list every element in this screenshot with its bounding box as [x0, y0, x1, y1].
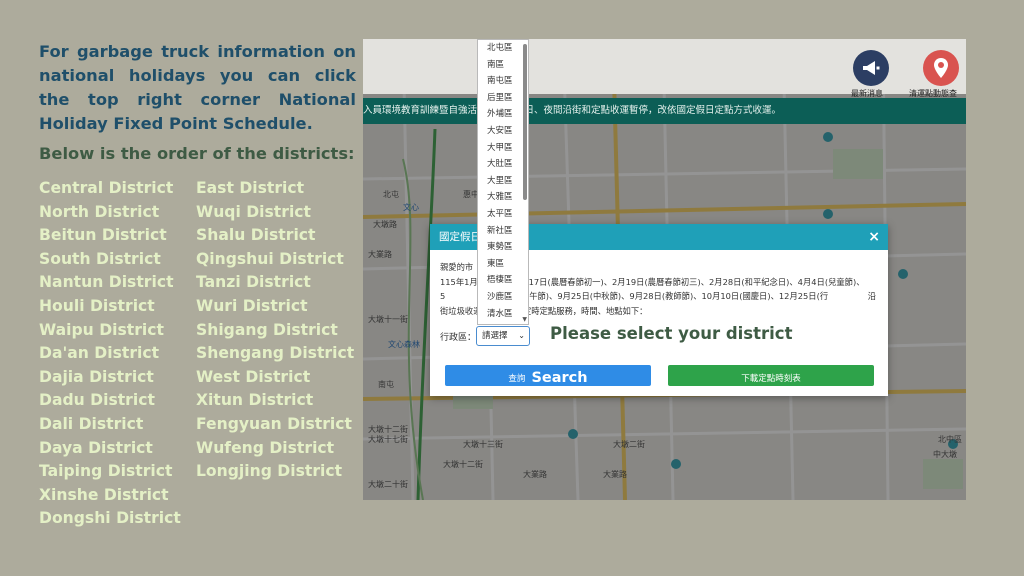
district-label: 行政區：: [440, 333, 477, 343]
search-annotation: Search: [531, 370, 588, 386]
dropdown-option[interactable]: 大雅區: [478, 189, 528, 206]
district-name: Nantun District: [39, 273, 174, 292]
dropdown-option[interactable]: 大肚區: [478, 156, 528, 173]
district-name: Central District: [39, 179, 174, 197]
chevron-down-icon: ⌄: [518, 331, 525, 340]
district-name: Xinshe District: [39, 485, 169, 504]
district-name: Taiping District: [39, 462, 173, 481]
district-name: Fengyuan District: [196, 414, 352, 433]
dropdown-option[interactable]: 南屯區: [478, 73, 528, 90]
close-icon[interactable]: ×: [868, 224, 880, 250]
search-button[interactable]: 查詢 Search: [445, 365, 651, 386]
dropdown-option[interactable]: 東勢區: [478, 239, 528, 256]
district-name: Shalu District: [196, 226, 316, 245]
district-name: Dali District: [39, 414, 144, 433]
instruction-text: For garbage truck information on nationa…: [39, 42, 356, 133]
location-status-button[interactable]: [923, 50, 959, 86]
dropdown-option[interactable]: 大里區: [478, 173, 528, 190]
dropdown-option[interactable]: 南區: [478, 57, 528, 74]
download-schedule-button[interactable]: 下載定點時刻表: [668, 365, 874, 386]
district-name: Houli District: [39, 296, 155, 315]
district-name: Dongshi District: [39, 509, 181, 528]
district-name: South District: [39, 249, 161, 268]
download-button-label: 下載定點時刻表: [741, 374, 801, 384]
district-name: Beitun District: [39, 226, 167, 245]
district-select[interactable]: 請選擇 ⌄: [476, 326, 530, 346]
district-name: North District: [39, 202, 160, 221]
districts-heading: Below is the order of the districts:: [39, 144, 355, 163]
dropdown-option[interactable]: 外埔區: [478, 106, 528, 123]
dropdown-option[interactable]: 太平區: [478, 206, 528, 223]
megaphone-icon: [863, 61, 880, 75]
district-name: Tanzi District: [196, 273, 311, 292]
scroll-down-arrow-icon[interactable]: ▼: [522, 316, 527, 323]
dropdown-option[interactable]: 北屯區: [478, 40, 528, 57]
district-name: Shengang District: [196, 344, 355, 363]
modal-title: 國定假日: [439, 231, 481, 243]
district-name: Dadu District: [39, 391, 155, 410]
district-name: West District: [196, 367, 311, 386]
district-name: Dajia District: [39, 367, 154, 386]
location-pin-icon: [934, 58, 948, 78]
district-select-value: 請選擇: [482, 331, 508, 341]
district-name: Wuri District: [196, 296, 308, 315]
dropdown-scrollbar[interactable]: [523, 44, 527, 200]
district-list-left: Central District North District Beitun Dis…: [39, 177, 181, 531]
select-district-annotation: Please select your district: [550, 324, 793, 343]
marquee-text: 入員環境教育訓練暨自強活動，夜間及日、夜間沿街和定點收運暫停，改依國定假日定點方…: [363, 105, 782, 116]
district-name: Wufeng District: [196, 438, 335, 457]
district-name: Wuqi District: [196, 202, 311, 221]
announcement-marquee: 入員環境教育訓練暨自強活動，夜間及日、夜間沿街和定點收運暫停，改依國定假日定點方…: [363, 98, 966, 124]
app-screenshot: 北屯 文心 大墩路 大業路 南屯 惠中路 黎明 大墩十一街 大墩十二街 大墩十七…: [363, 39, 966, 500]
dropdown-option[interactable]: 沙鹿區: [478, 289, 528, 306]
district-name: Xitun District: [196, 391, 314, 410]
app-top-bar: 最新消息 清運點動態查: [363, 39, 966, 98]
district-name: Waipu District: [39, 320, 164, 339]
district-name: Shigang District: [196, 320, 338, 339]
dropdown-option[interactable]: 清水區: [478, 306, 528, 323]
dropdown-option[interactable]: 后里區: [478, 90, 528, 107]
dropdown-option[interactable]: 東區: [478, 256, 528, 273]
district-dropdown-list[interactable]: 北屯區 南區 南屯區 后里區 外埔區 大安區 大甲區 大肚區 大里區 大雅區 太平區 新社區 東勢區 東區…: [477, 39, 529, 325]
dropdown-option[interactable]: 新社區: [478, 223, 528, 240]
district-name: Daya District: [39, 438, 153, 457]
latest-news-button[interactable]: [853, 50, 889, 86]
district-list-right: East District Wuqi District Shalu District…: [196, 177, 354, 484]
district-name: East District: [196, 179, 305, 197]
district-name: Longjing District: [196, 462, 343, 481]
dropdown-option[interactable]: 大甲區: [478, 140, 528, 157]
dropdown-option[interactable]: 大安區: [478, 123, 528, 140]
district-name: Da'an District: [39, 344, 160, 363]
search-button-label: 查詢: [508, 374, 526, 384]
district-name: Qingshui District: [196, 249, 344, 268]
dropdown-option[interactable]: 梧棲區: [478, 272, 528, 289]
